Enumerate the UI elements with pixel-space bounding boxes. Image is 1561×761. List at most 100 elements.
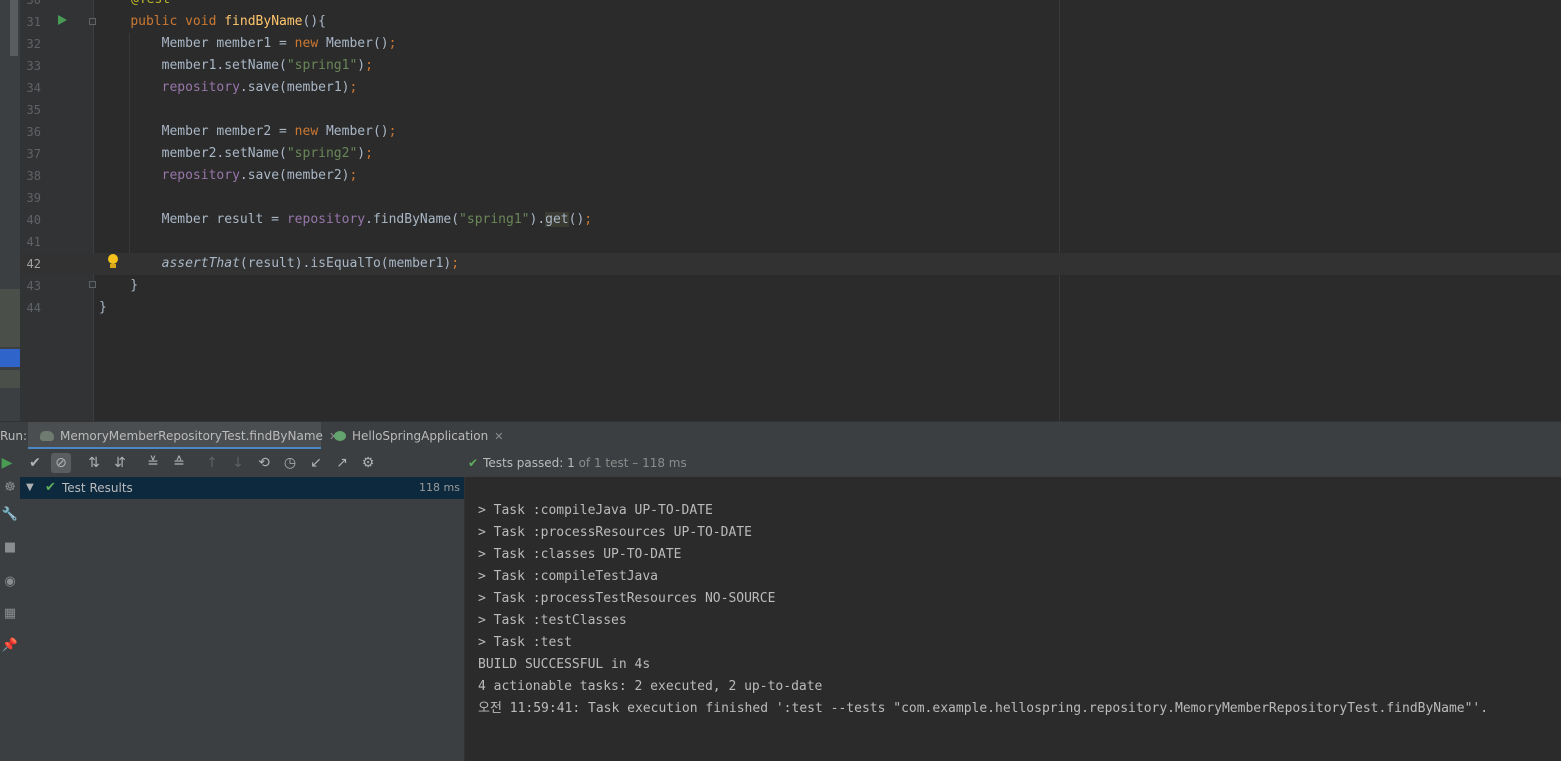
- code-token: ;: [388, 36, 397, 51]
- run-test-gutter-icon[interactable]: [58, 15, 67, 25]
- code-token: "spring1": [286, 58, 358, 73]
- code-line[interactable]: 30 @Test: [0, 0, 1561, 11]
- sort-alphabetically-icon[interactable]: ⇅: [84, 453, 104, 473]
- layout-icon[interactable]: ▦: [0, 605, 20, 623]
- settings-gear-icon[interactable]: ⚙: [358, 453, 378, 473]
- line-number: 38: [26, 169, 41, 183]
- code-line[interactable]: 42 assertThat(result).isEqualTo(member1)…: [0, 253, 1561, 275]
- editor-left-strip: [0, 0, 20, 421]
- code-token: ): [357, 146, 366, 161]
- code-token: ).: [529, 212, 546, 227]
- console-output[interactable]: > Task :compileJava UP-TO-DATE > Task :pr…: [465, 477, 1561, 761]
- code-line[interactable]: 38 repository.save(member2);: [0, 165, 1561, 187]
- line-number: 43: [26, 279, 41, 293]
- code-token: (result).isEqualTo(member1): [239, 256, 452, 271]
- collapse-all-icon[interactable]: ≙: [169, 453, 189, 473]
- code-text: Member result = repository.findByName("s…: [99, 209, 592, 231]
- code-token: Member(): [325, 124, 389, 139]
- tree-row-label: Test Results: [62, 481, 133, 495]
- code-line[interactable]: 36 Member member2 = new Member();: [0, 121, 1561, 143]
- console-line: 오전 11:59:41: Task execution finished ':t…: [478, 701, 1489, 716]
- code-token: }: [99, 278, 139, 293]
- sort-by-duration-icon[interactable]: ⇵: [110, 453, 130, 473]
- tests-passed-prefix: Tests passed:: [483, 456, 564, 470]
- code-line[interactable]: 41: [0, 231, 1561, 253]
- passed-check-icon: ✔: [468, 456, 479, 470]
- next-failed-icon[interactable]: ↓: [228, 453, 248, 473]
- fold-end-icon[interactable]: [89, 281, 96, 288]
- code-token: repository: [286, 212, 366, 227]
- tab-label: MemoryMemberRepositoryTest.findByName: [60, 429, 323, 443]
- intention-bulb-icon[interactable]: [107, 254, 119, 270]
- view-breakpoints-icon[interactable]: ◉: [0, 573, 20, 591]
- wrench-icon[interactable]: 🔧: [0, 506, 20, 524]
- pin-icon[interactable]: 📌: [0, 637, 20, 655]
- line-number: 42: [26, 257, 41, 271]
- code-line[interactable]: 37 member2.setName("spring2");: [0, 143, 1561, 165]
- code-line[interactable]: 34 repository.save(member1);: [0, 77, 1561, 99]
- close-icon[interactable]: ✕: [494, 430, 503, 443]
- console-line: > Task :classes UP-TO-DATE: [478, 547, 682, 562]
- structure-marker: [0, 370, 20, 388]
- tab-label: HelloSpringApplication: [352, 429, 489, 443]
- stop-icon[interactable]: ■: [0, 539, 20, 557]
- code-token: ;: [365, 58, 373, 73]
- code-token: new: [294, 124, 326, 139]
- show-ignored-icon[interactable]: ⊘: [51, 453, 71, 473]
- structure-marker: [0, 289, 20, 347]
- code-token: public void: [130, 14, 225, 29]
- code-text: }: [99, 297, 107, 319]
- code-token: repository: [161, 168, 240, 183]
- code-text: @Test: [131, 0, 170, 11]
- code-token: assertThat: [161, 256, 240, 271]
- code-text: Member member1 = new Member();: [99, 33, 397, 55]
- code-line[interactable]: 40 Member result = repository.findByName…: [0, 209, 1561, 231]
- test-history-icon[interactable]: ◷: [280, 453, 300, 473]
- code-line[interactable]: 44}: [0, 297, 1561, 319]
- import-tests-icon[interactable]: ⟲: [254, 453, 274, 473]
- console-line: > Task :compileJava UP-TO-DATE: [478, 503, 713, 518]
- code-line[interactable]: 33 member1.setName("spring1");: [0, 55, 1561, 77]
- code-editor[interactable]: 30@Test31 public void findByName(){32 Me…: [0, 0, 1561, 421]
- export-tests-icon[interactable]: ↙: [306, 453, 326, 473]
- code-token: .findByName(: [365, 212, 460, 227]
- tests-status: ✔ Tests passed: 1 of 1 test – 118 ms: [468, 449, 687, 477]
- code-token: "spring2": [286, 146, 358, 161]
- test-run-icon: [40, 430, 54, 441]
- line-number: 35: [26, 103, 41, 117]
- code-text: }: [99, 275, 138, 297]
- code-line[interactable]: 43 }: [0, 275, 1561, 297]
- open-in-window-icon[interactable]: ↗: [332, 453, 352, 473]
- code-token: findByName: [224, 14, 303, 29]
- passed-check-icon: ✔: [45, 480, 56, 495]
- console-line: > Task :testClasses: [478, 613, 627, 628]
- code-token: @Test: [131, 0, 170, 7]
- chevron-down-icon[interactable]: ▼: [26, 477, 34, 499]
- code-token: ): [357, 58, 366, 73]
- tab-hello-spring-application[interactable]: HelloSpringApplication ✕: [334, 422, 503, 450]
- code-token: Member member2 =: [99, 124, 295, 139]
- code-token: Member(): [325, 36, 389, 51]
- code-line[interactable]: 32 Member member1 = new Member();: [0, 33, 1561, 55]
- previous-failed-icon[interactable]: ↑: [202, 453, 222, 473]
- code-token: member2.setName(: [99, 146, 287, 161]
- debug-icon[interactable]: ☸: [0, 479, 20, 497]
- show-passed-icon[interactable]: ✔: [25, 453, 45, 473]
- scrollbar-thumb[interactable]: [10, 0, 18, 56]
- code-token: get: [545, 212, 569, 227]
- code-line[interactable]: 39: [0, 187, 1561, 209]
- code-token: "spring1": [459, 212, 530, 227]
- line-number: 41: [26, 235, 41, 249]
- tab-memory-member-repository-test[interactable]: MemoryMemberRepositoryTest.findByName✕: [28, 422, 338, 450]
- tree-row-test-results[interactable]: ▼ ✔ Test Results 118 ms: [20, 477, 464, 499]
- code-token: Member member1 =: [99, 36, 295, 51]
- code-line[interactable]: 31 public void findByName(){: [0, 11, 1561, 33]
- spring-app-icon: [334, 430, 346, 441]
- rerun-icon[interactable]: ▶: [0, 453, 17, 473]
- expand-all-icon[interactable]: ≚: [143, 453, 163, 473]
- fold-method-icon[interactable]: [89, 18, 96, 25]
- code-line[interactable]: 35: [0, 99, 1561, 121]
- line-number: 33: [26, 59, 41, 73]
